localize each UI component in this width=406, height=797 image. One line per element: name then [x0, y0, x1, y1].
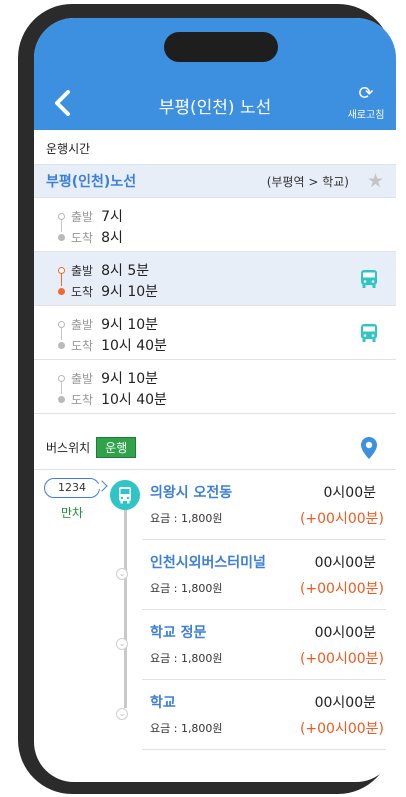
chevron-down-icon: ⌄	[116, 708, 128, 720]
stop-fare: 요금 : 1,800원	[150, 722, 223, 735]
depart-row: 출발 9시 10분	[58, 314, 158, 334]
stop-name: 학교	[150, 695, 176, 711]
bus-icon	[119, 487, 131, 504]
arrive-label: 도착	[71, 284, 94, 299]
chevron-down-icon: ⌄	[116, 568, 128, 580]
arrive-row: 도착 10시 40분	[58, 389, 167, 409]
arrive-time: 8시	[101, 230, 123, 246]
depart-time: 9시 10분	[101, 317, 159, 333]
schedule-row[interactable]: 출발 8시 5분도착 9시 10분	[34, 252, 396, 306]
arrive-row: 도착 10시 40분	[58, 335, 167, 355]
arrive-dot	[58, 395, 65, 403]
stop-item[interactable]: ⌄ 학교요금 : 1,800원 00시00분 (+00시00분)	[116, 680, 386, 750]
schedule-row[interactable]: 출발 9시 10분도착 10시 40분	[34, 360, 396, 414]
stop-list: 1234 만차 의왕시 오전동요금 : 1,800원 0시00분 (+00시00분)…	[34, 470, 396, 750]
route-line	[124, 498, 127, 708]
depart-label: 출발	[71, 209, 94, 224]
arrive-dot	[58, 287, 65, 295]
depart-dot	[58, 266, 65, 274]
stop-fare: 요금 : 1,800원	[150, 652, 223, 665]
stop-name: 학교 정문	[150, 625, 207, 641]
depart-label: 출발	[71, 317, 94, 332]
arrive-time: 10시 40분	[101, 338, 167, 354]
depart-dot	[58, 320, 65, 328]
schedule-row[interactable]: 출발 7시도착 8시	[34, 198, 396, 252]
schedule-row[interactable]: 출발 9시 10분도착 10시 40분	[34, 306, 396, 360]
bus-position-label: 버스위치	[46, 441, 91, 455]
depart-row: 출발 8시 5분	[58, 260, 149, 280]
app-header: 부평(인천) 노선 ⟳ 새로고침	[34, 18, 396, 130]
current-bus-marker	[110, 480, 140, 510]
app-screen: 부평(인천) 노선 ⟳ 새로고침 운행시간 부평(인천)노선 (부평역 > 학교…	[34, 18, 396, 782]
refresh-label: 새로고침	[347, 110, 385, 121]
chevron-down-icon: ⌄	[116, 638, 128, 650]
stop-delay: (+00시00분)	[299, 581, 384, 597]
stop-time: 00시00분	[314, 625, 376, 641]
arrive-dot	[58, 233, 65, 241]
stop-item[interactable]: ⌄ 인천시외버스터미널요금 : 1,800원 00시00분 (+00시00분)	[116, 540, 386, 610]
stop-fare: 요금 : 1,800원	[150, 512, 223, 525]
depart-dot	[58, 212, 65, 220]
schedule-list: 출발 7시 도착 8시 출발 8시 5분 도착 9시 10분 출발 9시 10분 도착 10시 40분…	[34, 198, 396, 414]
depart-time: 9시 10분	[101, 371, 159, 387]
stop-item[interactable]: ⌄ 학교 정문요금 : 1,800원 00시00분 (+00시00분)	[116, 610, 386, 680]
stop-time: 00시00분	[314, 555, 376, 571]
bus-occupancy-status: 만차	[60, 506, 84, 520]
route-bar: 부평(인천)노선 (부평역 > 학교) ★	[34, 164, 396, 198]
bus-icon	[361, 324, 377, 342]
depart-time: 8시 5분	[101, 263, 150, 279]
arrive-time: 10시 40분	[101, 392, 167, 408]
star-icon[interactable]: ★	[367, 171, 384, 191]
stop-delay: (+00시00분)	[299, 511, 384, 527]
depart-row: 출발 7시	[58, 206, 123, 226]
stop-time: 0시00분	[323, 485, 376, 501]
depart-label: 출발	[71, 371, 94, 386]
depart-label: 출발	[71, 263, 94, 278]
schedule-section-label: 운행시간	[46, 142, 91, 156]
depart-dot	[58, 374, 65, 382]
route-direction: (부평역 > 학교)	[266, 174, 349, 189]
stop-delay: (+00시00분)	[299, 651, 384, 667]
depart-time: 7시	[101, 209, 123, 225]
arrive-row: 도착 9시 10분	[58, 281, 158, 301]
route-name: 부평(인천)노선	[46, 174, 137, 190]
stop-delay: (+00시00분)	[299, 721, 384, 737]
bus-number-tag: 1234	[44, 478, 100, 498]
arrive-row: 도착 8시	[58, 227, 123, 247]
map-pin-icon[interactable]	[360, 436, 378, 460]
stop-time: 00시00분	[314, 695, 376, 711]
arrive-label: 도착	[71, 338, 94, 353]
status-badge: 운행	[96, 437, 137, 458]
refresh-icon: ⟳	[358, 83, 374, 104]
stop-name: 의왕시 오전동	[150, 485, 233, 501]
bus-icon	[361, 270, 377, 288]
arrive-dot	[58, 341, 65, 349]
arrive-label: 도착	[71, 230, 94, 245]
phone-notch	[164, 32, 278, 62]
stop-fare: 요금 : 1,800원	[150, 582, 223, 595]
arrive-label: 도착	[71, 392, 94, 407]
arrive-time: 9시 10분	[101, 284, 159, 300]
bus-position-header: 버스위치 운행	[34, 426, 396, 470]
stop-item[interactable]: 의왕시 오전동요금 : 1,800원 0시00분 (+00시00분)	[142, 470, 386, 540]
depart-row: 출발 9시 10분	[58, 368, 158, 388]
refresh-button[interactable]: ⟳ 새로고침	[338, 83, 394, 122]
stop-name: 인천시외버스터미널	[150, 555, 266, 571]
